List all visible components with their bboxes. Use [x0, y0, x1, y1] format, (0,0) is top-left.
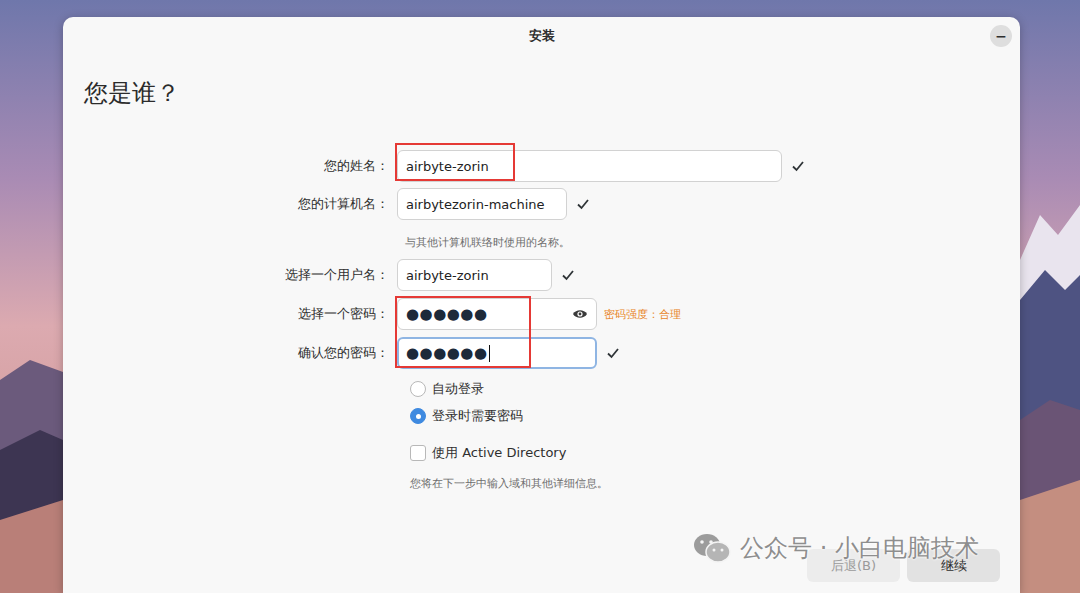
field-label: 您的计算机名： [63, 195, 397, 213]
text-input[interactable]: ●●●●●● [397, 298, 597, 330]
field-group: 选择一个密码： ●●●●●● 密码强度：合理确认您的密码： ●●●●●● [63, 298, 1020, 369]
field-group: 选择一个用户名： airbyte-zorin [63, 259, 1020, 291]
login-options: 自动登录登录时需要密码使用 Active Directory 您将在下一步中输入域… [63, 379, 1020, 491]
active-directory-hint: 您将在下一步中输入域和其他详细信息。 [410, 477, 1020, 491]
radio-option[interactable]: 自动登录 [410, 379, 1020, 399]
field-label: 确认您的密码： [63, 344, 397, 362]
field-hint: 与其他计算机联络时使用的名称。 [405, 236, 570, 248]
field-label: 选择一个用户名： [63, 266, 397, 284]
radio-icon[interactable] [410, 381, 426, 397]
text-caret [489, 345, 490, 362]
input-value: airbytezorin-machine [406, 197, 545, 212]
watermark-text: 公众号 · 小白电脑技术 [740, 532, 979, 564]
form-field: 选择一个用户名： airbyte-zorin [63, 259, 1020, 291]
active-directory-checkbox[interactable]: 使用 Active Directory [410, 443, 1020, 463]
checkbox-label: 使用 Active Directory [432, 444, 566, 462]
form-field: 确认您的密码： ●●●●●● [63, 337, 1020, 369]
radio-label: 自动登录 [432, 380, 484, 398]
check-icon [561, 268, 575, 282]
eye-icon[interactable] [572, 306, 588, 322]
desktop: 安装 − 您是谁？ 您的姓名： airbyte-zorin 您的计算机名： airbytez… [0, 0, 1080, 593]
minimize-button[interactable]: − [990, 25, 1012, 47]
form-field: 您的计算机名： airbytezorin-machine 与其他计算机联络时使用的名… [63, 188, 1020, 252]
text-input[interactable]: airbytezorin-machine [397, 188, 567, 220]
input-value: ●●●●●● [406, 344, 488, 362]
field-label: 选择一个密码： [63, 305, 397, 323]
check-icon [791, 159, 805, 173]
watermark: 公众号 · 小白电脑技术 [692, 532, 979, 564]
radio-icon[interactable] [410, 408, 426, 424]
title-bar: 安装 − [63, 17, 1020, 55]
input-value: airbyte-zorin [406, 159, 489, 174]
check-icon [576, 197, 590, 211]
wechat-icon [692, 532, 732, 564]
form-field: 您的姓名： airbyte-zorin [63, 150, 1020, 182]
input-value: ●●●●●● [406, 305, 488, 323]
field-group: 您的计算机名： airbytezorin-machine 与其他计算机联络时使用的名… [63, 188, 1020, 252]
field-label: 您的姓名： [63, 157, 397, 175]
text-input[interactable]: ●●●●●● [397, 337, 597, 369]
radio-option[interactable]: 登录时需要密码 [410, 406, 1020, 426]
window-title: 安装 [529, 27, 555, 45]
annotation-box [395, 143, 515, 181]
page-heading: 您是谁？ [84, 77, 1020, 109]
field-group: 您的姓名： airbyte-zorin [63, 150, 1020, 182]
check-icon [606, 346, 620, 360]
text-input[interactable]: airbyte-zorin [397, 150, 782, 182]
installer-window: 安装 − 您是谁？ 您的姓名： airbyte-zorin 您的计算机名： airbytez… [63, 17, 1020, 593]
checkbox-icon[interactable] [410, 445, 426, 461]
radio-label: 登录时需要密码 [432, 407, 523, 425]
form-field: 选择一个密码： ●●●●●● 密码强度：合理 [63, 298, 1020, 330]
user-form: 您的姓名： airbyte-zorin 您的计算机名： airbytezorin-ma… [63, 150, 1020, 491]
password-strength: 密码强度：合理 [604, 307, 681, 322]
text-input[interactable]: airbyte-zorin [397, 259, 552, 291]
annotation-box [395, 296, 531, 368]
input-value: airbyte-zorin [406, 268, 489, 283]
